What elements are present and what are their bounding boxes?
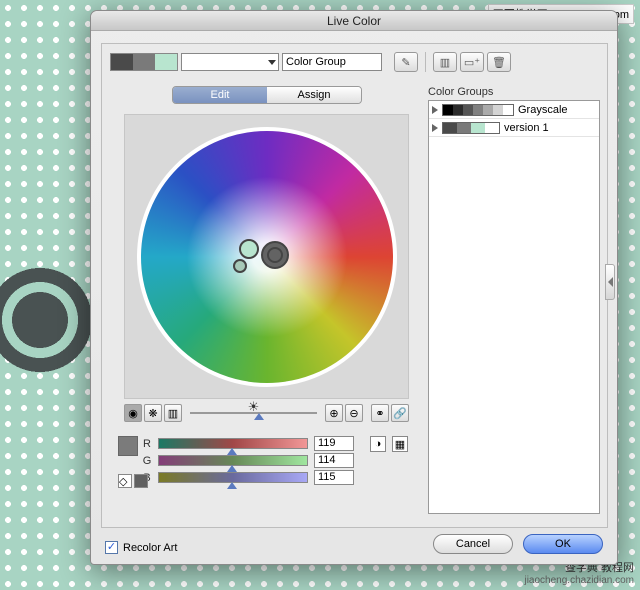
- out-of-web-icon[interactable]: ◇: [118, 474, 132, 488]
- r-row: R 119: [142, 436, 354, 451]
- watermark-bottom-sub: jiaocheng.chazidian.com: [524, 575, 634, 586]
- mode-tabs: Edit Assign: [172, 86, 362, 104]
- color-marker-3[interactable]: [233, 259, 247, 273]
- rgb-sliders: R 119 G 114 B 115: [142, 436, 354, 487]
- trash-icon: 🗑: [492, 56, 506, 69]
- r-slider[interactable]: [158, 438, 308, 449]
- segmented-wheel-icon: ❋: [148, 407, 157, 420]
- color-group-row[interactable]: version 1: [429, 119, 599, 137]
- top-row: Color Group ✎ ▥ ▭⁺ 🗑: [110, 52, 511, 72]
- b-value-input[interactable]: 115: [314, 470, 354, 485]
- smooth-wheel-icon: ◉: [128, 407, 138, 420]
- color-bars-button[interactable]: ▥: [164, 404, 182, 422]
- delete-group-button[interactable]: 🗑: [487, 52, 511, 72]
- swatch-grid-icon: ▦: [395, 438, 405, 451]
- unlink-harmony-button[interactable]: ⚭: [371, 404, 389, 422]
- save-group-button[interactable]: ▥: [433, 52, 457, 72]
- color-wheel-area: [124, 114, 409, 399]
- dialog-panel: Color Group ✎ ▥ ▭⁺ 🗑 Edit Assign ◉ ❋ ▥ ☀: [101, 43, 608, 528]
- out-of-gamut-swatch[interactable]: [134, 474, 148, 488]
- segmented-wheel-button[interactable]: ❋: [144, 404, 162, 422]
- g-thumb[interactable]: [227, 465, 237, 472]
- color-group-row[interactable]: Grayscale: [429, 101, 599, 119]
- color-group-name-input[interactable]: Color Group: [282, 53, 382, 71]
- g-value-input[interactable]: 114: [314, 453, 354, 468]
- disclosure-triangle-icon[interactable]: [432, 106, 438, 114]
- remove-color-icon: ⊖: [349, 407, 358, 420]
- pencil-icon: ✎: [401, 56, 410, 69]
- group-name: Grayscale: [518, 104, 568, 116]
- panel-collapse-handle[interactable]: [605, 264, 615, 300]
- g-row: G 114: [142, 453, 354, 468]
- wheel-toolbar: ◉ ❋ ▥ ☀ ⊕ ⊖ ⚭ 🔗: [124, 404, 409, 422]
- b-row: B 115: [142, 470, 354, 485]
- new-folder-icon: ▭⁺: [464, 56, 480, 69]
- new-group-button[interactable]: ▭⁺: [460, 52, 484, 72]
- g-label: G: [142, 455, 152, 467]
- slider-thumb[interactable]: [254, 413, 264, 420]
- tab-edit[interactable]: Edit: [173, 87, 267, 103]
- group-name: version 1: [504, 122, 549, 134]
- disclosure-triangle-icon[interactable]: [432, 124, 438, 132]
- edit-group-button[interactable]: ✎: [394, 52, 418, 72]
- color-groups-panel: Color Groups Grayscale version 1: [428, 86, 600, 516]
- save-icon: ▥: [440, 56, 450, 69]
- out-of-gamut-controls: ◇: [118, 474, 148, 488]
- swatch-1: [111, 54, 133, 70]
- r-label: R: [142, 438, 152, 450]
- color-marker-base[interactable]: [261, 241, 289, 269]
- r-thumb[interactable]: [227, 448, 237, 455]
- recolor-label: Recolor Art: [123, 542, 177, 554]
- color-mode-icon: ◑: [375, 438, 382, 450]
- recolor-art-option[interactable]: ✓ Recolor Art: [105, 541, 177, 554]
- color-groups-list[interactable]: Grayscale version 1: [428, 100, 600, 514]
- separator: [425, 52, 426, 72]
- add-color-button[interactable]: ⊕: [325, 404, 343, 422]
- group-swatches: [442, 122, 500, 134]
- g-slider[interactable]: [158, 455, 308, 466]
- tab-assign[interactable]: Assign: [267, 87, 361, 103]
- color-groups-label: Color Groups: [428, 86, 600, 98]
- color-mode-flyout[interactable]: ◑: [370, 436, 386, 452]
- current-color-swatch[interactable]: [118, 436, 138, 456]
- bars-icon: ▥: [168, 407, 178, 420]
- cancel-button[interactable]: Cancel: [433, 534, 513, 554]
- live-color-dialog: Live Color Color Group ✎ ▥ ▭⁺ 🗑 Edit Ass…: [90, 10, 618, 565]
- smooth-wheel-button[interactable]: ◉: [124, 404, 142, 422]
- recolor-checkbox[interactable]: ✓: [105, 541, 118, 554]
- chevron-down-icon: [268, 60, 276, 65]
- brightness-slider[interactable]: ☀: [190, 404, 317, 422]
- ok-button[interactable]: OK: [523, 534, 603, 554]
- b-thumb[interactable]: [227, 482, 237, 489]
- color-mode-buttons: ◑ ▦: [370, 436, 408, 452]
- swatch-2: [133, 54, 155, 70]
- color-marker-2[interactable]: [239, 239, 259, 259]
- b-slider[interactable]: [158, 472, 308, 483]
- limit-to-library[interactable]: ▦: [392, 436, 408, 452]
- r-value-input[interactable]: 119: [314, 436, 354, 451]
- dialog-buttons: Cancel OK: [433, 534, 603, 554]
- link-icon: 🔗: [393, 407, 407, 420]
- remove-color-button[interactable]: ⊖: [345, 404, 363, 422]
- unlink-icon: ⚭: [375, 407, 384, 420]
- link-harmony-button[interactable]: 🔗: [391, 404, 409, 422]
- active-colors-swatch[interactable]: [110, 53, 178, 71]
- add-color-icon: ⊕: [329, 407, 338, 420]
- swatch-3: [155, 54, 177, 70]
- harmony-dropdown[interactable]: [181, 53, 279, 71]
- dialog-title[interactable]: Live Color: [91, 11, 617, 31]
- group-swatches: [442, 104, 514, 116]
